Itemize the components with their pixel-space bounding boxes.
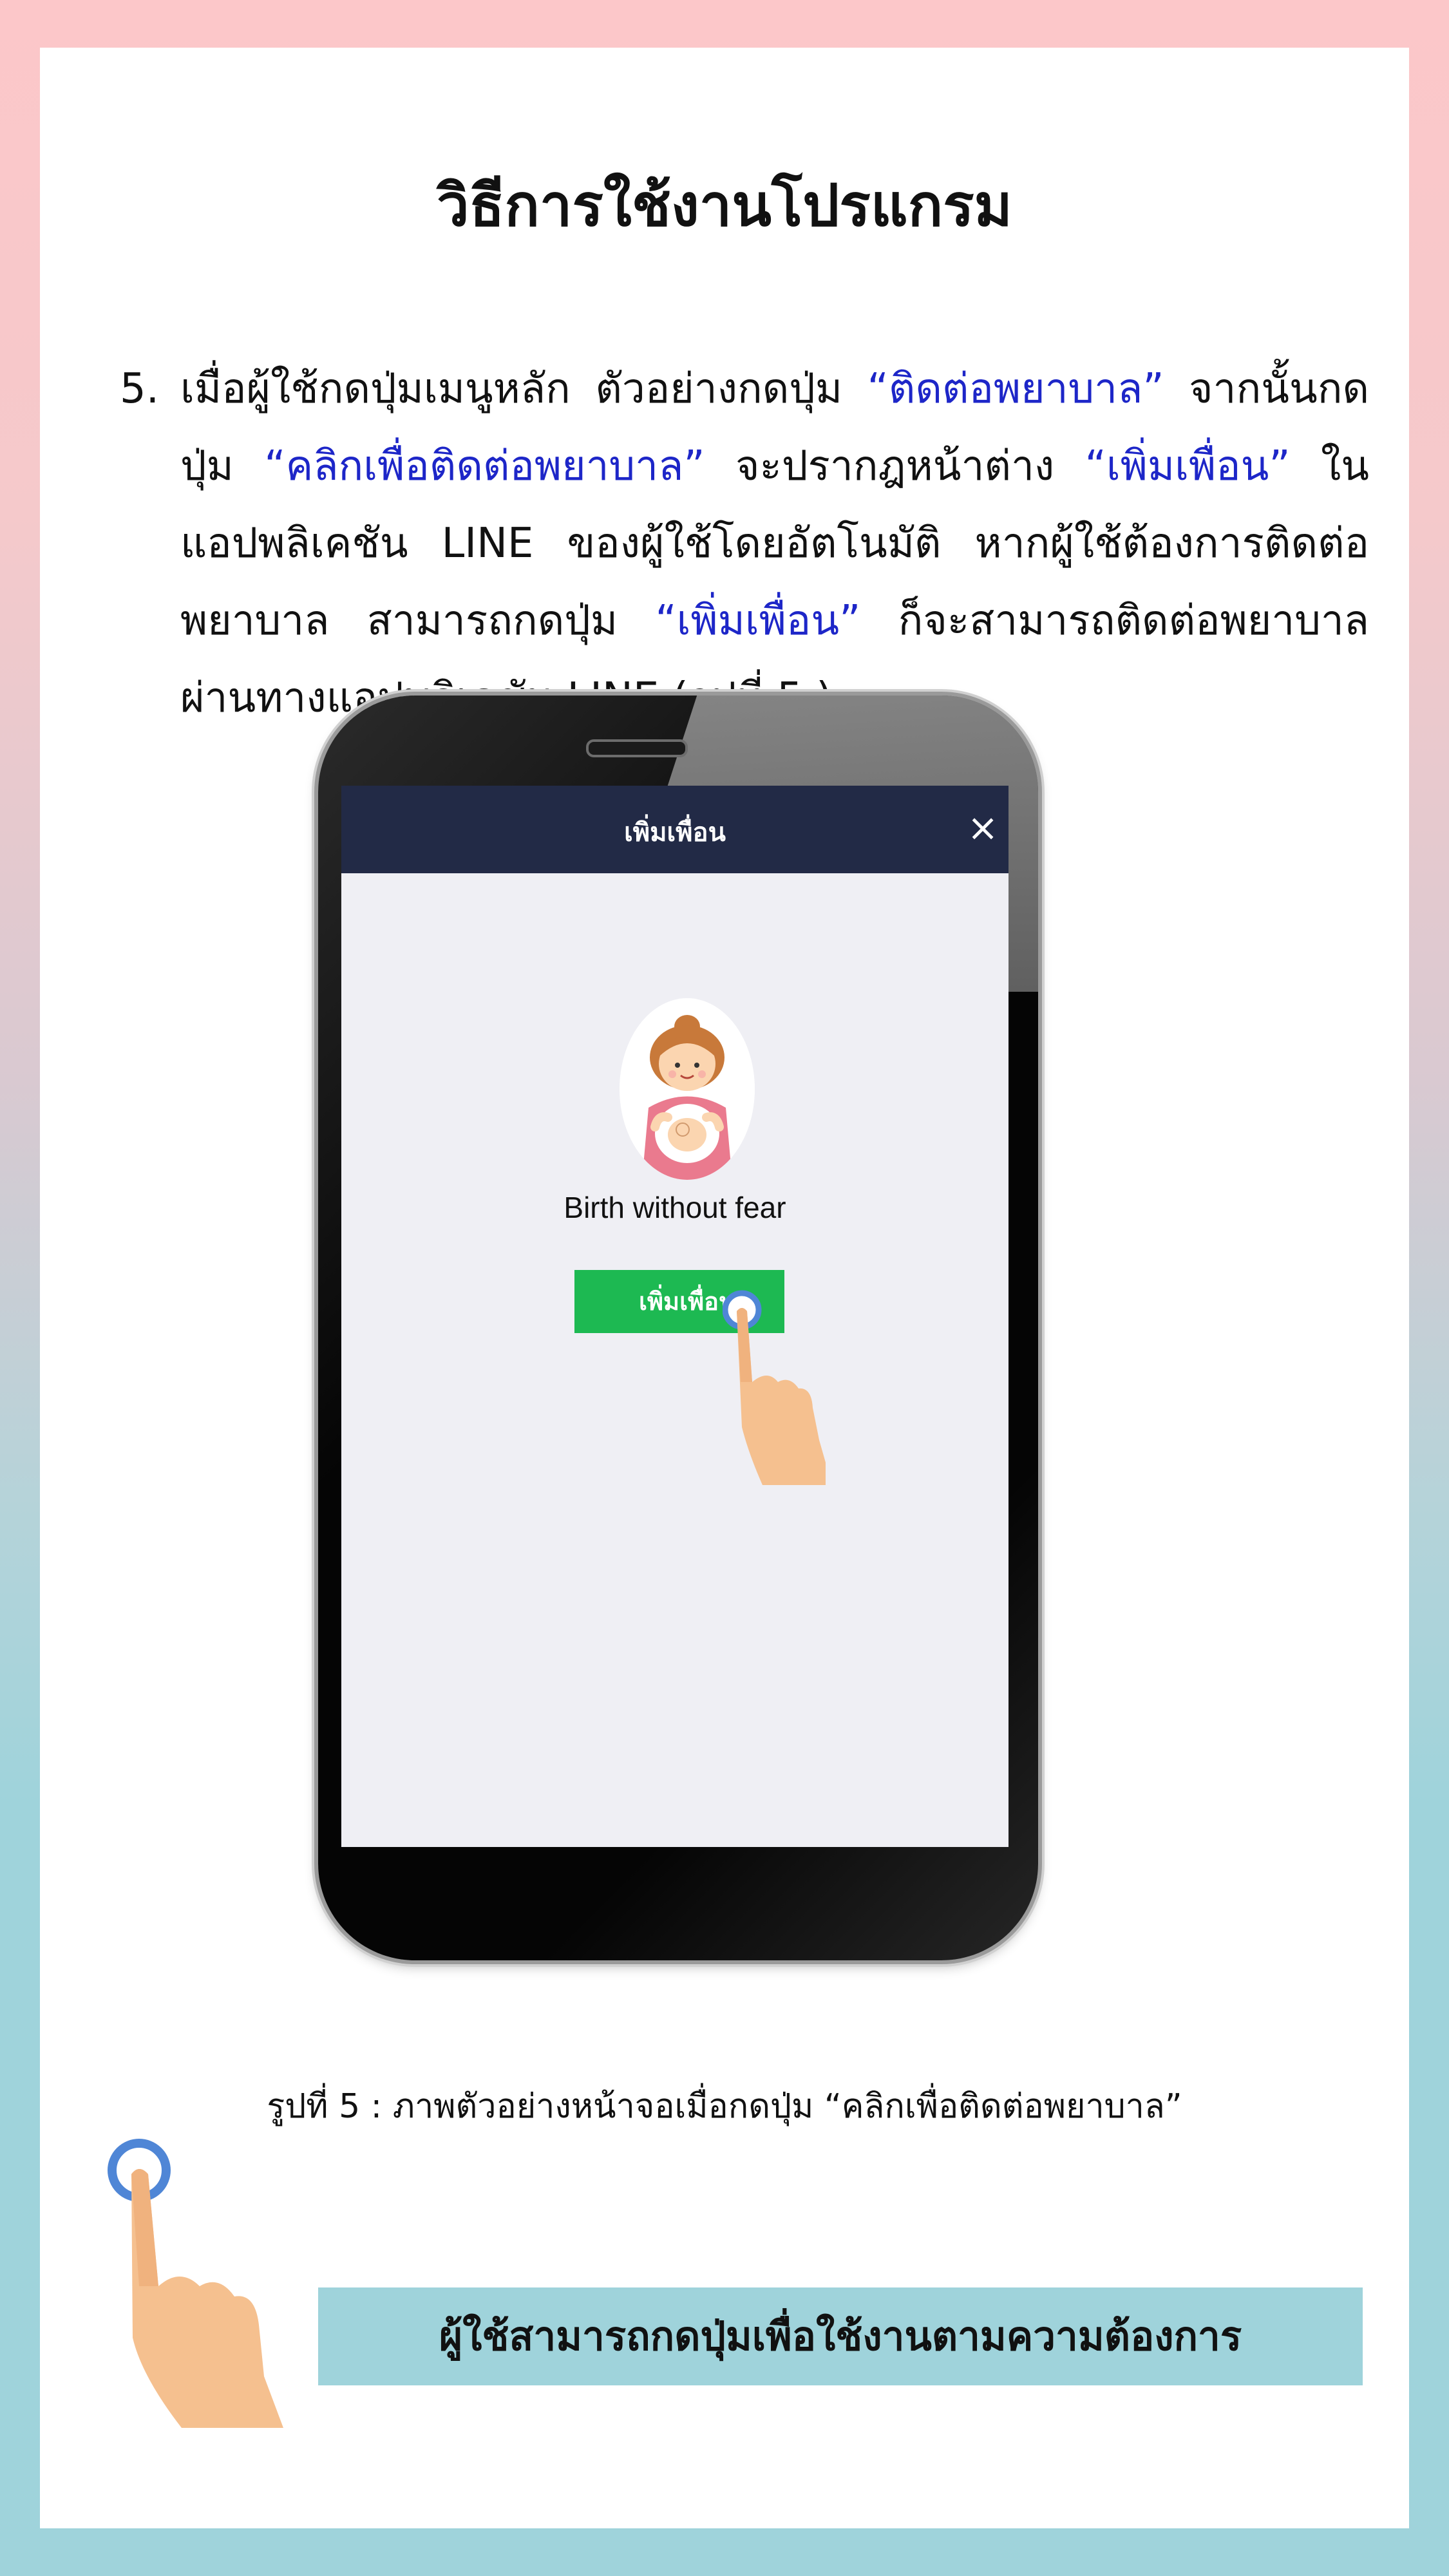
profile-name: Birth without fear — [564, 1191, 786, 1224]
phone-mockup: เพิ่มเพื่อน × Birth without fear เพิ่มเพ… — [318, 696, 1038, 1960]
tap-hand-icon — [108, 2139, 283, 2428]
step-text-part: จะปรากฎหน้าต่าง — [705, 442, 1085, 490]
page-title: วิธีการใช้งานโปรแกรม — [437, 172, 1012, 240]
phone-speaker — [586, 739, 688, 757]
highlight-add-friend: “เพิ่มเพื่อน” — [1084, 442, 1291, 490]
close-icon[interactable]: × — [963, 805, 1002, 850]
instruction-step: 5. เมื่อผู้ใช้กดปุ่มเมนูหลัก ตัวอย่างกดป… — [120, 350, 1369, 737]
highlight-add-friend-2: “เพิ่มเพื่อน” — [655, 597, 861, 645]
add-friend-header-title: เพิ่มเพื่อน — [624, 818, 726, 848]
step-text: เมื่อผู้ใช้กดปุ่มเมนูหลัก ตัวอย่างกดปุ่ม… — [180, 350, 1369, 737]
avatar — [620, 998, 755, 1180]
phone-screen: เพิ่มเพื่อน × Birth without fear เพิ่มเพ… — [341, 786, 1009, 1847]
highlight-click-contact-nurse: “คลิกเพื่อติดต่อพยาบาล” — [264, 442, 705, 490]
figure-caption: รูปที่ 5 : ภาพตัวอย่างหน้าจอเมื่อกดปุ่ม … — [267, 2087, 1182, 2126]
step-text-part: เมื่อผู้ใช้กดปุ่มเมนูหลัก ตัวอย่างกดปุ่ม — [180, 365, 867, 413]
highlight-contact-nurse: “ติดต่อพยาบาล” — [867, 365, 1164, 413]
instruction-banner: ผู้ใช้สามารถกดปุ่มเพื่อใช้งานตามความต้อง… — [318, 2287, 1363, 2385]
step-number: 5. — [120, 365, 160, 413]
pregnant-mother-avatar — [620, 998, 755, 1180]
line-header-bar: เพิ่มเพื่อน × — [341, 786, 1009, 873]
tap-hand-icon — [723, 1290, 826, 1485]
